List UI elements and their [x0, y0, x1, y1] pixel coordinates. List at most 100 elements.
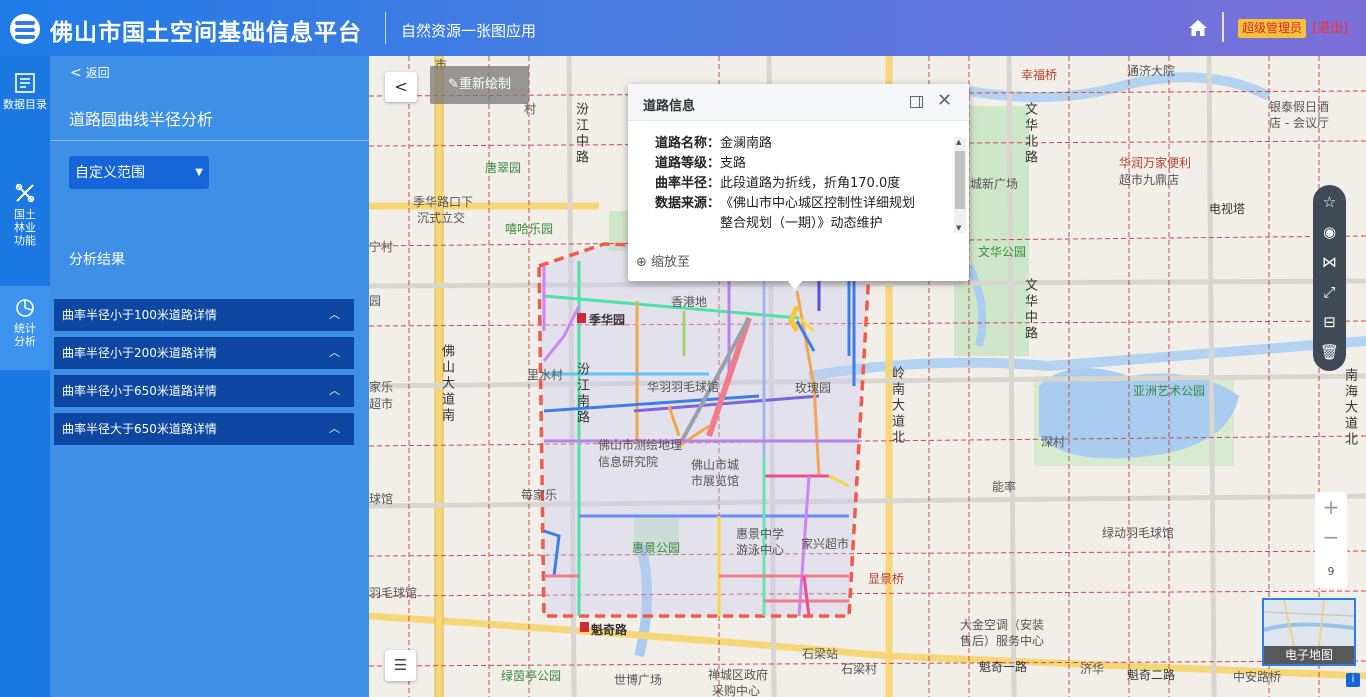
maximize-icon[interactable] — [910, 96, 923, 108]
star-icon[interactable]: ☆ — [1313, 189, 1346, 215]
info-value: 金澜南路 — [720, 136, 773, 151]
data-catalog-icon — [15, 73, 35, 93]
redraw-button[interactable]: ✎重新绘制 — [430, 66, 529, 104]
map-label: 城新广场 — [970, 177, 1019, 191]
map-toolbar: ☆ ◉ ⋈ ⤢ ⊟ 🗑 — [1313, 185, 1346, 371]
map-label: 售后）服务中心 — [960, 634, 1045, 648]
basemap-thumbnail — [1264, 600, 1354, 646]
zoom-control: + − 9 — [1315, 492, 1347, 588]
basemap-label: 电子地图 — [1264, 646, 1354, 664]
accordion-item[interactable]: 曲率半径小于100米道路详情 ︿ — [54, 299, 354, 331]
fullscreen-icon[interactable]: ⤢ — [1313, 279, 1346, 305]
map-label: 市展览馆 — [691, 474, 740, 488]
panel-title: 道路圆曲线半径分析 — [69, 110, 214, 129]
app-subtitle: 自然资源一张图应用 — [401, 22, 537, 40]
top-header: 佛山市国土空间基础信息平台 自然资源一张图应用 超级管理员 [退出] — [0, 0, 1366, 56]
zoom-to-link[interactable]: ⊕ 缩放至 — [636, 251, 690, 270]
accordion-item[interactable]: 曲率半径大于650米道路详情 ︿ — [54, 413, 354, 445]
back-label: 返回 — [85, 66, 110, 80]
popup-scrollbar[interactable]: ▲ ▼ — [954, 137, 966, 233]
zoom-in-button[interactable]: + — [1315, 492, 1347, 522]
map-label: 游泳中心 — [736, 543, 785, 557]
info-row: 道路等级：支路 — [655, 154, 955, 174]
compare-icon[interactable]: ⋈ — [1313, 249, 1346, 275]
globe-icon[interactable]: ◉ — [1313, 219, 1346, 245]
map-label: 店 - 会议厅 — [1269, 116, 1329, 130]
road-label: 汾江中路 — [573, 102, 588, 166]
layers-icon[interactable]: ⊟ — [1313, 309, 1346, 335]
accordion-item[interactable]: 曲率半径小于650米道路详情 ︿ — [54, 375, 354, 407]
rail-label: 数据目录 — [3, 98, 47, 111]
road-info-popup: 道路信息 ✕ 道路名称：金澜南路 道路等级：支路 曲率半径：此段道路为折线，折角… — [628, 84, 969, 290]
range-select[interactable]: 自定义范围 ▼ — [69, 156, 209, 189]
info-icon[interactable]: i — [1346, 673, 1360, 687]
rail-label: 国土林业功能 — [14, 208, 36, 247]
map-label: 佛山市城 — [691, 458, 740, 472]
map-label: 文华公园 — [978, 245, 1027, 259]
road-label: 南海大道北 — [1342, 368, 1357, 448]
chevron-left-icon: < — [394, 77, 408, 96]
info-row: 曲率半径：此段道路为折线，折角170.0度 — [655, 174, 955, 194]
user-role-badge[interactable]: 超级管理员 — [1238, 19, 1307, 38]
chevron-up-icon: ︿ — [329, 308, 340, 321]
result-label: 分析结果 — [69, 252, 125, 268]
map-label: 季华路口下 — [413, 195, 474, 209]
chevron-up-icon: ︿ — [329, 422, 340, 435]
map-label: 济华 — [1080, 662, 1105, 676]
map-label: 惠景中学 — [736, 527, 785, 541]
map-label: 家乐 — [369, 380, 394, 394]
map-label: 香港地 — [671, 295, 708, 309]
popup-pointer — [787, 280, 803, 290]
accordion-item[interactable]: 曲率半径小于200米道路详情 ︿ — [54, 337, 354, 369]
metro-icon — [580, 622, 589, 632]
accordion-label: 曲率半径小于100米道路详情 — [62, 308, 217, 322]
home-icon[interactable] — [1188, 19, 1208, 37]
map-label: 超市九鼎店 — [1119, 173, 1180, 187]
chevron-up-icon: ︿ — [329, 346, 340, 359]
map-label: 园 — [369, 294, 382, 308]
pie-chart-icon — [16, 299, 34, 317]
back-button[interactable]: < 返回 — [70, 65, 110, 81]
map-label: 宁村 — [369, 240, 394, 254]
popup-header: 道路信息 ✕ — [628, 84, 969, 121]
zoom-in-icon: ⊕ — [636, 255, 647, 270]
info-row: 道路名称：金澜南路 — [655, 134, 955, 154]
edit-icon: ✎ — [448, 77, 459, 92]
map-label: 惠景公园 — [632, 541, 681, 555]
map-label: 每家乐 — [521, 488, 558, 502]
legend-list-button[interactable]: ☰ — [385, 650, 416, 681]
map-label: 华羽羽毛球馆 — [647, 380, 720, 394]
road-label: 文华北路 — [1022, 102, 1037, 166]
map-label: 家兴超市 — [801, 537, 850, 551]
analysis-panel: < 返回 道路圆曲线半径分析 自定义范围 ▼ 分析结果 曲率半径小于100米道路… — [50, 56, 369, 697]
info-value: 此段道路为折线，折角170.0度 — [720, 176, 901, 191]
info-key: 数据来源： — [655, 196, 721, 211]
map-label: 信息研究院 — [598, 455, 659, 469]
info-row: 数据来源： 《佛山市中心城区控制性详细规划整合规划（一期）》动态维护 — [655, 194, 955, 234]
map-label: 石梁村 — [841, 662, 878, 676]
map-label: 魁奇一路 — [979, 660, 1028, 674]
list-icon: ☰ — [393, 656, 408, 674]
zoom-to-label: 缩放至 — [651, 255, 691, 270]
road-label: 佛山大道南 — [439, 344, 454, 424]
collapse-panel-button[interactable]: < — [385, 72, 417, 102]
map-label: 季华园 — [589, 313, 626, 327]
panel-divider — [50, 140, 369, 141]
map-label: 世博广场 — [614, 673, 663, 687]
basemap-switcher[interactable]: 电子地图 — [1262, 598, 1356, 666]
zoom-level: 9 — [1327, 565, 1335, 578]
logout-link[interactable]: [退出] — [1312, 19, 1348, 38]
map-label: 魁奇二路 — [1127, 668, 1176, 682]
rail-item-data-catalog[interactable]: 数据目录 — [0, 72, 50, 111]
close-icon[interactable]: ✕ — [937, 90, 952, 112]
rail-item-statistics[interactable]: 统计分析 — [0, 286, 50, 370]
map-label: 绿动羽毛球馆 — [1102, 526, 1175, 540]
map-label: 绿茵亭公园 — [501, 669, 562, 683]
info-value: 支路 — [720, 156, 747, 171]
zoom-out-button[interactable]: − — [1315, 522, 1347, 552]
map-label: 玫瑰园 — [795, 381, 832, 395]
map-label: 通济大院 — [1127, 64, 1176, 78]
rail-item-land-forestry[interactable]: 国土林业功能 — [0, 182, 50, 247]
trash-icon[interactable]: 🗑 — [1313, 339, 1346, 365]
map-canvas[interactable]: 季华路口下 沉式立交 季华园 香港地 华羽羽毛球馆 佛山市测绘地理 信息研究院 … — [369, 56, 1366, 697]
